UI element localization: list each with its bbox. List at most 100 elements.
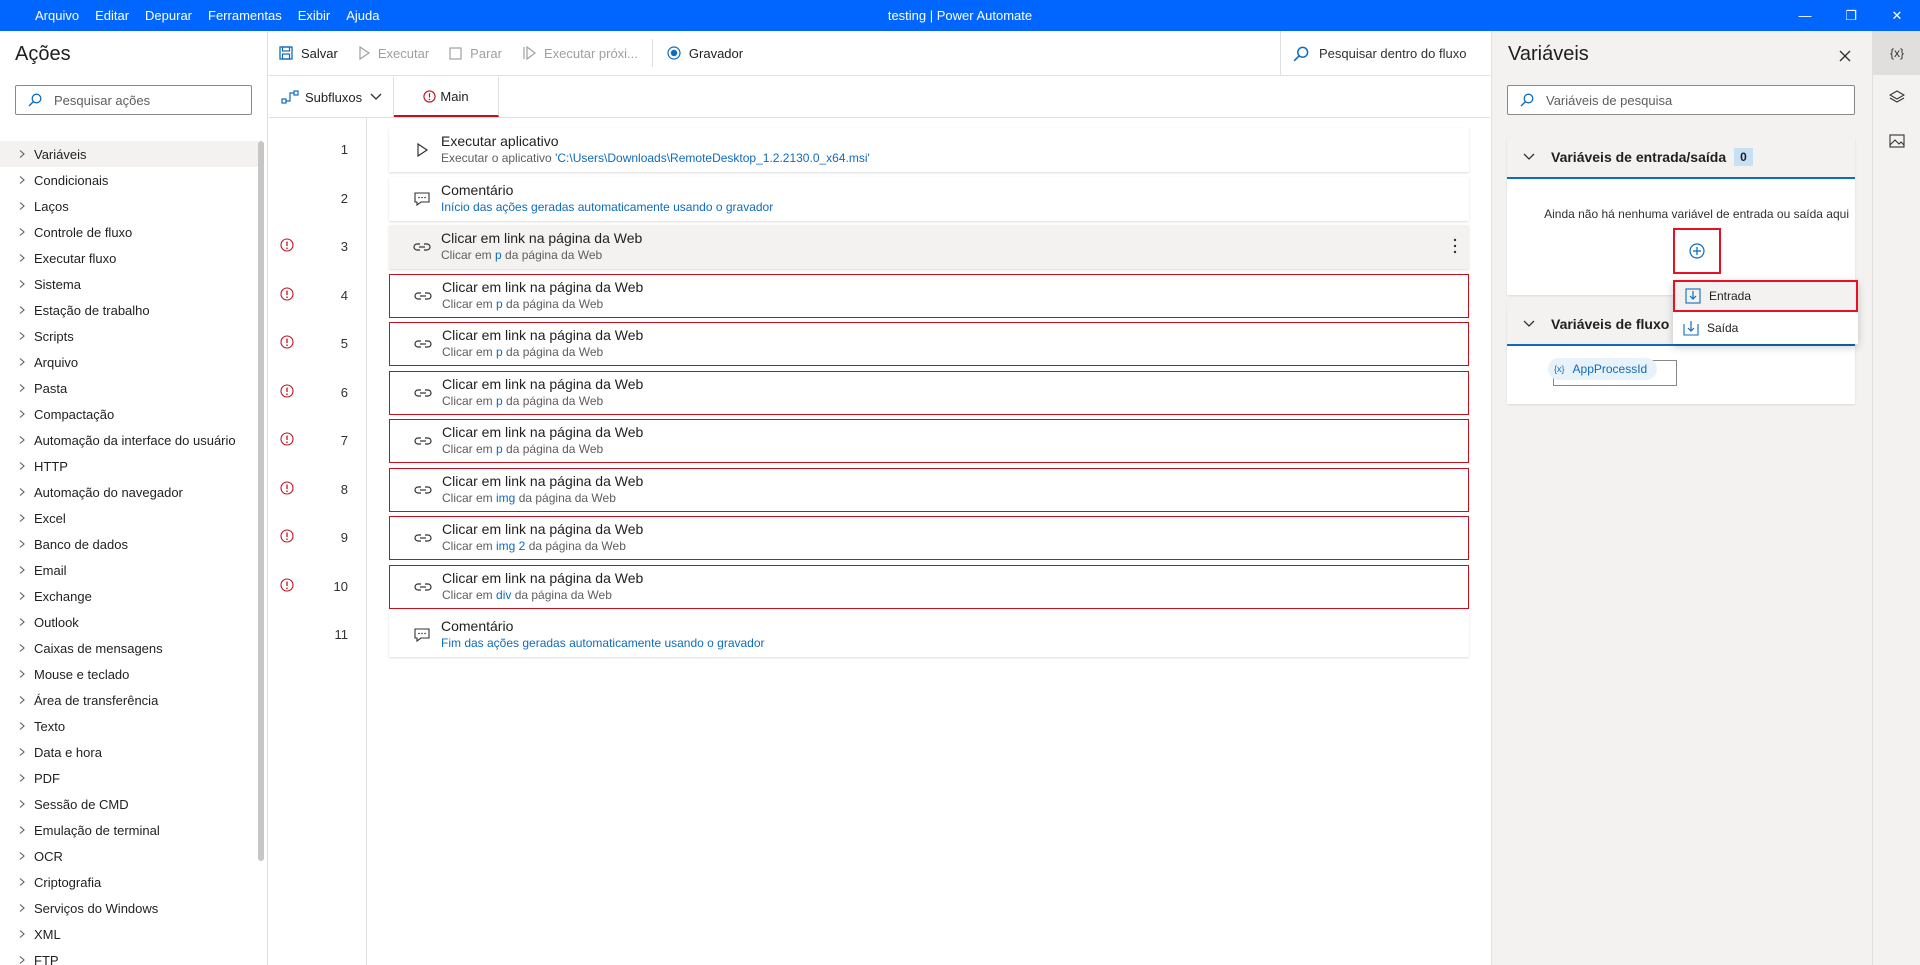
menu-item-depurar[interactable]: Depurar <box>137 0 200 31</box>
chevron-right-icon <box>19 566 25 574</box>
error-icon[interactable] <box>280 432 294 446</box>
action-category[interactable]: Banco de dados <box>0 531 258 557</box>
menu-item-editar[interactable]: Editar <box>87 0 137 31</box>
action-category[interactable]: FTP <box>0 947 258 965</box>
actions-search-input[interactable]: Pesquisar ações <box>15 85 252 115</box>
action-category[interactable]: Serviços do Windows <box>0 895 258 921</box>
flow-search-input[interactable]: Pesquisar dentro do fluxo <box>1280 31 1490 76</box>
flow-variable-pill[interactable]: {x} AppProcessId <box>1548 358 1658 380</box>
action-category[interactable]: Compactação <box>0 401 258 427</box>
flow-variable-chip[interactable]: {x} AppProcessId <box>1548 358 1677 386</box>
save-button[interactable]: Salvar <box>269 31 348 76</box>
action-category[interactable]: Executar fluxo <box>0 245 258 271</box>
action-category[interactable]: Texto <box>0 713 258 739</box>
action-category[interactable]: Arquivo <box>0 349 258 375</box>
action-category[interactable]: Outlook <box>0 609 258 635</box>
action-category[interactable]: Automação da interface do usuário <box>0 427 258 453</box>
recorder-button[interactable]: Gravador <box>657 31 753 76</box>
action-category[interactable]: Exchange <box>0 583 258 609</box>
io-variables-header[interactable]: Variáveis de entrada/saída 0 <box>1507 137 1855 179</box>
action-category[interactable]: Excel <box>0 505 258 531</box>
menu-item-saida[interactable]: Saída <box>1673 312 1858 344</box>
images-strip-button[interactable] <box>1873 119 1920 163</box>
action-category[interactable]: OCR <box>0 843 258 869</box>
action-category[interactable]: PDF <box>0 765 258 791</box>
layers-strip-button[interactable] <box>1873 75 1920 119</box>
menu-item-exibir[interactable]: Exibir <box>290 0 339 31</box>
error-icon[interactable] <box>280 286 294 301</box>
action-category[interactable]: XML <box>0 921 258 947</box>
action-category[interactable]: Scripts <box>0 323 258 349</box>
action-category[interactable]: Controle de fluxo <box>0 219 258 245</box>
tab-main[interactable]: Main <box>394 77 499 117</box>
variables-strip-button[interactable]: {x} <box>1873 31 1920 75</box>
close-window-icon[interactable]: ✕ <box>1874 0 1920 31</box>
flow-action-card[interactable]: Executar aplicativo Executar o aplicativo… <box>389 128 1469 172</box>
run-next-button[interactable]: Executar próxi... <box>512 31 648 76</box>
variables-search-input[interactable]: Variáveis de pesquisa <box>1507 85 1855 115</box>
chevron-right-icon <box>19 488 25 496</box>
restore-icon[interactable]: ❐ <box>1828 0 1874 31</box>
tab-main-label: Main <box>440 88 469 104</box>
menu-item-ajuda[interactable]: Ajuda <box>338 0 387 31</box>
line-number: 4 <box>340 287 348 303</box>
action-category-label: Controle de fluxo <box>34 224 133 240</box>
action-category[interactable]: Emulação de terminal <box>0 817 258 843</box>
action-category[interactable]: Pasta <box>0 375 258 401</box>
minimize-icon[interactable]: — <box>1782 0 1828 31</box>
action-category-label: OCR <box>34 848 63 864</box>
menu-item-entrada-label: Entrada <box>1709 289 1752 303</box>
flow-action-card[interactable]: Clicar em link na página da Web Clicar em… <box>389 516 1469 560</box>
action-category[interactable]: Criptografia <box>0 869 258 895</box>
menu-item-entrada[interactable]: Entrada <box>1673 280 1858 312</box>
action-category[interactable]: Caixas de mensagens <box>0 635 258 661</box>
action-description-suffix: da página da Web <box>502 296 604 311</box>
flow-action-card[interactable]: Clicar em link na página da Web Clicar em… <box>389 273 1469 318</box>
action-category[interactable]: Sistema <box>0 271 258 297</box>
flow-action-card[interactable]: Comentário Início das ações geradas autom… <box>389 176 1469 221</box>
stop-button[interactable]: Parar <box>439 31 512 76</box>
error-icon[interactable] <box>280 383 294 398</box>
action-category[interactable]: Área de transferência <box>0 687 258 713</box>
action-category[interactable]: HTTP <box>0 453 258 479</box>
web-link-icon <box>414 340 432 348</box>
action-category[interactable]: Condicionais <box>0 167 258 193</box>
more-options-icon[interactable] <box>1453 237 1457 255</box>
flow-action-card[interactable]: Clicar em link na página da Web Clicar em… <box>389 419 1469 463</box>
action-category[interactable]: Variáveis <box>0 141 258 167</box>
error-icon[interactable] <box>280 577 294 592</box>
action-category[interactable]: Estação de trabalho <box>0 297 258 323</box>
action-category[interactable]: Data e hora <box>0 739 258 765</box>
flow-action-card[interactable]: Comentário Fim das ações geradas automati… <box>389 613 1469 657</box>
actions-scrollbar[interactable] <box>258 141 264 861</box>
action-parameter: p <box>496 345 503 359</box>
action-title: Clicar em link na página da Web <box>442 424 644 440</box>
flow-action-card[interactable]: Clicar em link na página da Web Clicar em… <box>389 322 1469 366</box>
error-icon[interactable] <box>280 238 294 252</box>
flow-action-card[interactable]: Clicar em link na página da Web Clicar em… <box>389 564 1469 609</box>
error-icon[interactable] <box>280 480 294 495</box>
flow-action-card[interactable]: Clicar em link na página da Web Clicar em… <box>389 467 1469 512</box>
action-category[interactable]: Email <box>0 557 258 583</box>
run-button[interactable]: Executar <box>348 31 439 76</box>
menu-item-ferramentas[interactable]: Ferramentas <box>200 0 290 31</box>
comment-icon <box>414 191 430 206</box>
close-icon[interactable] <box>1838 49 1852 63</box>
add-io-variable-button[interactable] <box>1673 228 1721 274</box>
subflows-dropdown[interactable]: Subfluxos <box>269 77 394 117</box>
action-category[interactable]: Laços <box>0 193 258 219</box>
action-title: Clicar em link na página da Web <box>441 230 643 246</box>
action-category[interactable]: Mouse e teclado <box>0 661 258 687</box>
error-icon[interactable] <box>280 529 294 543</box>
flow-action-card[interactable]: Clicar em link na página da Web Clicar em… <box>389 370 1469 415</box>
action-category[interactable]: Automação do navegador <box>0 479 258 505</box>
chevron-right-icon <box>19 332 25 340</box>
flow-action-card[interactable]: Clicar em link na página da Web Clicar em… <box>389 225 1469 269</box>
error-icon[interactable] <box>280 335 294 349</box>
chevron-right-icon <box>19 592 25 600</box>
action-category[interactable]: Sessão de CMD <box>0 791 258 817</box>
chevron-right-icon <box>19 228 25 236</box>
actions-search-placeholder: Pesquisar ações <box>54 92 151 108</box>
menu-item-arquivo[interactable]: Arquivo <box>27 0 87 31</box>
action-text: Comentário Início das ações geradas autom… <box>441 182 773 216</box>
